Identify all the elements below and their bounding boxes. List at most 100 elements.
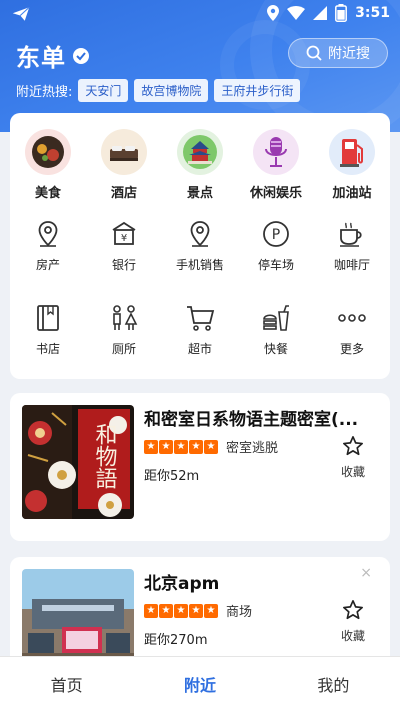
svg-text:¥: ¥ — [121, 233, 127, 244]
place-distance: 距你52m — [144, 469, 200, 484]
category-label: 休闲娱乐 — [249, 186, 302, 201]
nearby-search-button[interactable]: 附近搜 — [288, 38, 388, 68]
temple-icon — [177, 129, 223, 175]
status-bar: 3:51 — [0, 0, 400, 28]
svg-text:P: P — [272, 227, 280, 243]
place-title[interactable]: 北京apm — [144, 569, 384, 594]
category-supermarket[interactable]: 超市 — [162, 303, 238, 357]
star-icon: ★ — [159, 603, 173, 618]
hotel-bed-icon — [101, 129, 147, 175]
hot-tag[interactable]: 天安门 — [78, 79, 129, 102]
place-title[interactable]: 和密室日系物语主题密室(... — [144, 405, 384, 430]
city-selector[interactable]: 东单 — [16, 38, 90, 73]
book-icon — [33, 303, 63, 333]
category-phone-store[interactable]: 手机销售 — [162, 219, 238, 273]
bank-icon: ¥ — [109, 219, 139, 249]
category-label: 更多 — [339, 342, 364, 356]
verified-check-icon — [73, 47, 89, 64]
fast-food-icon — [261, 303, 291, 333]
telegram-send-icon — [12, 6, 30, 21]
category-fast-food[interactable]: 快餐 — [238, 303, 314, 357]
category-label: 快餐 — [263, 342, 288, 356]
category-entertainment[interactable]: 休闲娱乐 — [238, 129, 314, 201]
category-label: 超市 — [187, 342, 212, 356]
battery-icon — [335, 4, 348, 22]
category-row-2: 房产 ¥ 银行 手机销售 P 停车场 咖啡厅 — [10, 219, 390, 273]
place-category: 密室逃脱 — [226, 441, 279, 456]
category-label: 书店 — [35, 342, 60, 356]
category-gas-station[interactable]: 加油站 — [314, 129, 390, 201]
tab-home[interactable]: 首页 — [0, 657, 133, 710]
category-label: 酒店 — [110, 186, 137, 201]
bottom-tab-bar: 首页 附近 我的 — [0, 656, 400, 710]
category-restroom[interactable]: 厕所 — [86, 303, 162, 357]
category-hotel[interactable]: 酒店 — [86, 129, 162, 201]
restroom-icon — [109, 303, 139, 333]
category-label: 景点 — [186, 186, 213, 201]
category-parking[interactable]: P 停车场 — [238, 219, 314, 273]
category-row-3: 书店 厕所 超市 快餐 更多 — [10, 303, 390, 357]
category-label: 加油站 — [332, 186, 372, 201]
category-bookstore[interactable]: 书店 — [10, 303, 86, 357]
category-grid: 美食 酒店 景点 休闲娱乐 加油站 房产 ¥ 银行 手机销售 P 停车场 咖啡厅… — [10, 113, 390, 379]
star-icon: ★ — [159, 439, 173, 454]
star-icon: ★ — [174, 603, 188, 618]
signal-icon — [313, 6, 328, 20]
category-label: 美食 — [34, 186, 61, 201]
star-icon: ★ — [189, 603, 203, 618]
star-icon: ★ — [144, 439, 158, 454]
star-icon: ★ — [144, 603, 158, 618]
place-rating: ★ ★ ★ ★ ★ 密室逃脱 — [144, 437, 278, 456]
location-pin-icon — [185, 219, 215, 249]
star-icon: ★ — [204, 439, 218, 454]
shopping-cart-icon — [185, 303, 215, 333]
place-thumbnail: 和物語 — [22, 405, 134, 519]
tab-nearby[interactable]: 附近 — [133, 657, 266, 710]
location-pin-icon — [33, 219, 63, 249]
gas-pump-icon — [329, 129, 375, 175]
battery-level-fill — [337, 10, 345, 20]
category-more[interactable]: 更多 — [314, 303, 390, 357]
city-name: 东单 — [16, 44, 66, 72]
wifi-icon — [287, 6, 306, 20]
thumbnail-title-text: 和物語 — [92, 423, 118, 489]
coffee-cup-icon — [337, 219, 367, 249]
search-icon — [306, 45, 322, 61]
category-real-estate[interactable]: 房产 — [10, 219, 86, 273]
star-icon: ★ — [174, 439, 188, 454]
place-distance: 距你270m — [144, 633, 208, 648]
favorite-label: 收藏 — [340, 629, 365, 643]
star-outline-icon — [343, 600, 363, 620]
category-label: 停车场 — [257, 258, 294, 272]
hot-search-label: 附近热搜: — [16, 85, 73, 100]
parking-icon: P — [261, 219, 291, 249]
place-category: 商场 — [226, 605, 253, 620]
place-rating: ★ ★ ★ ★ ★ 商场 — [144, 601, 252, 620]
category-label: 咖啡厅 — [333, 258, 370, 272]
star-icon: ★ — [204, 603, 218, 618]
star-outline-icon — [343, 436, 363, 456]
category-bank[interactable]: ¥ 银行 — [86, 219, 162, 273]
search-label: 附近搜 — [328, 46, 370, 62]
favorite-label: 收藏 — [340, 465, 365, 479]
category-row-main: 美食 酒店 景点 休闲娱乐 加油站 — [10, 129, 390, 201]
category-label: 厕所 — [111, 342, 136, 356]
tab-mine[interactable]: 我的 — [267, 657, 400, 710]
category-label: 手机销售 — [175, 258, 224, 272]
food-icon — [25, 129, 71, 175]
star-rating: ★ ★ ★ ★ ★ — [144, 603, 218, 618]
hot-tag[interactable]: 故宫博物院 — [134, 79, 209, 102]
favorite-button[interactable]: 收藏 — [328, 599, 378, 644]
category-scenic[interactable]: 景点 — [162, 129, 238, 201]
favorite-button[interactable]: 收藏 — [328, 435, 378, 480]
place-card[interactable]: 和物語 和密室日系物语主题密室(... ★ ★ ★ ★ ★ 密室逃脱 距你52m 收藏 — [10, 393, 390, 541]
category-cafe[interactable]: 咖啡厅 — [314, 219, 390, 273]
clock: 3:51 — [355, 5, 390, 21]
microphone-icon — [253, 129, 299, 175]
category-food[interactable]: 美食 — [10, 129, 86, 201]
star-rating: ★ ★ ★ ★ ★ — [144, 439, 218, 454]
more-dots-icon — [337, 303, 367, 333]
hot-tag[interactable]: 王府井步行街 — [214, 79, 301, 102]
hot-search-row: 附近热搜: 天安门 故宫博物院 王府井步行街 — [16, 79, 301, 102]
category-label: 房产 — [35, 258, 60, 272]
